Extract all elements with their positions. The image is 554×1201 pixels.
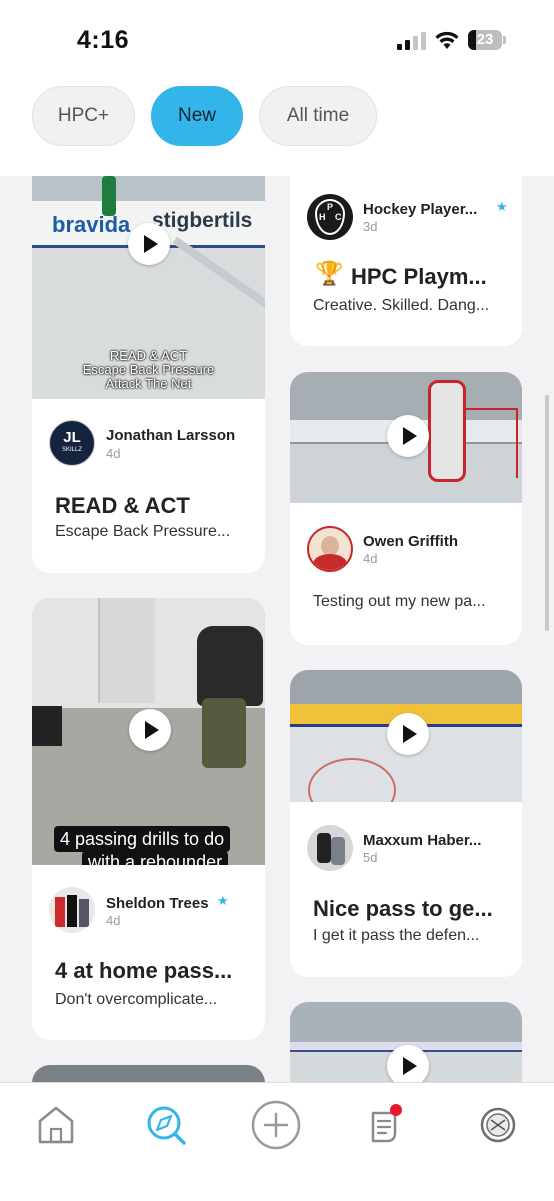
filter-bar: HPC+ New All time: [0, 78, 554, 176]
post-age: 4d: [106, 446, 121, 461]
verified-star-icon: ★: [217, 893, 229, 908]
filter-chip-hpc-plus[interactable]: HPC+: [32, 86, 135, 146]
tab-bar: [0, 1082, 554, 1201]
caption-line: READ & ACT: [109, 348, 188, 363]
battery-level: 23: [476, 31, 494, 48]
post-title: 4 at home pass...: [55, 958, 233, 983]
filter-chip-new[interactable]: New: [151, 86, 243, 146]
hpc-avatar[interactable]: P H C: [307, 194, 353, 240]
status-time: 4:16: [77, 26, 130, 54]
caption-line: Escape Back Pressure: [82, 362, 215, 377]
post-age: 4d: [363, 551, 378, 566]
play-button[interactable]: [387, 415, 429, 457]
person-torso: [197, 626, 263, 706]
battery-icon: 23: [468, 30, 502, 50]
avatar-letter: P: [327, 202, 334, 212]
avatar-letter: C: [335, 212, 342, 222]
post-title: Nice pass to ge...: [313, 896, 493, 921]
home-icon[interactable]: [30, 1099, 82, 1151]
faceoff-circle: [308, 758, 396, 802]
post-card[interactable]: P H C Hockey Player... ★ 3d 🏆 HPC Playm.…: [290, 176, 522, 346]
verified-star-icon: ★: [496, 199, 508, 214]
author-name[interactable]: Maxxum Haber...: [363, 832, 481, 849]
play-button[interactable]: [129, 709, 171, 751]
filter-chip-all-time[interactable]: All time: [259, 86, 377, 146]
video-caption: with a rebounder: [82, 851, 229, 865]
video-caption: 4 passing drills to do: [54, 826, 231, 852]
post-age: 5d: [363, 850, 378, 865]
play-button[interactable]: [128, 223, 170, 265]
ice-line: [172, 236, 265, 324]
cellular-signal-icon: [397, 32, 427, 50]
post-title: HPC Playm...: [351, 264, 487, 289]
battery-tip: [503, 36, 506, 44]
table: [32, 706, 62, 746]
post-age: 3d: [363, 219, 378, 234]
post-card[interactable]: [32, 1065, 265, 1082]
avatar-subtext: SKILLZ: [61, 447, 82, 453]
post-description: Escape Back Pressure...: [55, 523, 231, 540]
wifi-icon: [435, 31, 459, 49]
hockey-net: [460, 408, 518, 478]
post-card[interactable]: Owen Griffith 4d Testing out my new pa..…: [290, 372, 522, 645]
video-caption: READ & ACT Escape Back Pressure Attack T…: [32, 349, 265, 391]
post-description: Don't overcomplicate...: [55, 991, 218, 1008]
play-button[interactable]: [387, 713, 429, 755]
player-figure: [102, 176, 116, 216]
goalie-figure: [428, 380, 466, 482]
post-description: Testing out my new pa...: [313, 593, 486, 610]
door: [98, 598, 155, 703]
post-description: I get it pass the defen...: [313, 927, 480, 944]
post-description: Creative. Skilled. Dang...: [313, 297, 490, 314]
avatar-initials: JL: [63, 429, 81, 446]
avatar[interactable]: [307, 526, 353, 572]
status-bar: 4:16 23: [0, 0, 554, 78]
avatar[interactable]: [307, 825, 353, 871]
play-button[interactable]: [387, 1045, 429, 1082]
trophy-icon: 🏆: [315, 260, 344, 286]
avatar-letter: H: [319, 212, 326, 222]
explore-icon[interactable]: [140, 1099, 192, 1151]
author-name[interactable]: Sheldon Trees: [106, 895, 209, 912]
post-title: READ & ACT: [55, 493, 190, 518]
author-name[interactable]: Hockey Player...: [363, 201, 477, 218]
person-legs: [202, 698, 246, 768]
scrollbar[interactable]: [545, 395, 549, 631]
author-name[interactable]: Owen Griffith: [363, 533, 458, 550]
post-card[interactable]: Maxxum Haber... 5d Nice pass to ge... I …: [290, 670, 522, 977]
video-thumbnail[interactable]: bravida stigbertils READ & ACT Escape Ba…: [32, 176, 265, 399]
rink-board-sign: bravida: [52, 212, 131, 237]
post-card[interactable]: 4 passing drills to do with a rebounder …: [32, 598, 265, 1040]
video-thumbnail[interactable]: [32, 1065, 265, 1082]
add-icon[interactable]: [250, 1099, 302, 1151]
avatar[interactable]: JL SKILLZ: [49, 420, 95, 466]
post-card[interactable]: bravida stigbertils READ & ACT Escape Ba…: [32, 176, 265, 573]
notes-icon[interactable]: [359, 1099, 411, 1151]
caption-line: Attack The Net: [105, 376, 192, 391]
hpc-logo-icon[interactable]: [472, 1099, 524, 1151]
avatar[interactable]: [49, 887, 95, 933]
post-age: 4d: [106, 913, 121, 928]
author-name[interactable]: Jonathan Larsson: [106, 427, 235, 444]
post-card[interactable]: [290, 1002, 522, 1082]
notification-badge: [390, 1104, 402, 1116]
feed: bravida stigbertils READ & ACT Escape Ba…: [0, 176, 554, 1082]
rink-board-sign: stigbertils: [152, 209, 253, 232]
